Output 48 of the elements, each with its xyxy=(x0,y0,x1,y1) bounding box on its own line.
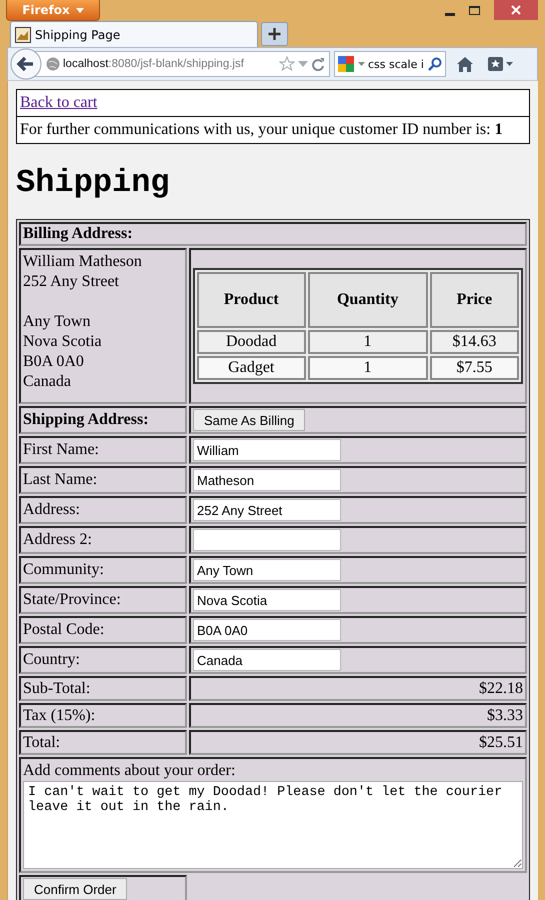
address-field[interactable]: localhost:8080/jsf-blank/shipping.jsf xyxy=(34,51,330,77)
comments-field[interactable]: I can't wait to get my Doodad! Please don't let the courier leave it out in the rain. xyxy=(23,781,523,869)
field-label: Postal Code: xyxy=(23,621,104,638)
shipping-heading: Shipping Address: xyxy=(23,411,149,428)
total-value: $22.18 xyxy=(479,680,523,696)
column-header: Quantity xyxy=(308,272,428,328)
back-to-cart-link[interactable]: Back to cart xyxy=(20,94,98,111)
field-label: Address: xyxy=(23,501,80,518)
comments-label: Add comments about your order: xyxy=(23,761,236,781)
total-label: Tax (15%): xyxy=(23,706,96,724)
input-field[interactable]: Matheson xyxy=(193,469,341,491)
address-line: Canada xyxy=(23,372,72,392)
same-as-billing-button[interactable]: Same As Billing xyxy=(193,409,306,431)
input-field[interactable]: William xyxy=(193,439,341,461)
address-line: 252 Any Street xyxy=(23,272,120,292)
field-label: Country: xyxy=(23,651,80,668)
address-line: Any Town xyxy=(23,312,92,332)
browser-tab[interactable]: Shipping Page xyxy=(10,21,258,47)
billing-heading: Billing Address: xyxy=(23,225,133,242)
table-cell: $14.63 xyxy=(430,330,519,354)
total-label: Sub-Total: xyxy=(23,680,90,696)
field-label: State/Province: xyxy=(23,591,121,608)
customer-id-note: For further communications with us, your unique customer ID number is: 1 xyxy=(20,121,503,138)
column-header: Price xyxy=(430,272,519,328)
table-cell: Gadget xyxy=(197,356,306,380)
address-line: William Matheson xyxy=(23,252,143,272)
total-value: $3.33 xyxy=(487,706,523,724)
table-cell: 1 xyxy=(308,356,428,380)
input-field[interactable]: Canada xyxy=(193,649,341,671)
total-value: $25.51 xyxy=(479,734,523,750)
field-label: First Name: xyxy=(23,441,99,458)
field-label: Community: xyxy=(23,561,104,578)
input-field[interactable]: Any Town xyxy=(193,559,341,581)
column-header: Product xyxy=(197,272,306,328)
field-label: Address 2: xyxy=(23,531,92,548)
address-line: Nova Scotia xyxy=(23,332,103,352)
input-field[interactable]: 252 Any Street xyxy=(193,499,341,521)
confirm-order-button[interactable]: Confirm Order xyxy=(23,878,128,900)
page-heading: Shipping xyxy=(16,164,171,201)
address-line: B0A 0A0 xyxy=(23,352,85,372)
input-field[interactable]: B0A 0A0 xyxy=(193,619,341,641)
total-label: Total: xyxy=(23,734,60,750)
input-field[interactable]: Nova Scotia xyxy=(193,589,341,611)
field-label: Last Name: xyxy=(23,471,98,488)
search-field[interactable]: css scale i xyxy=(334,51,446,77)
table-cell: $7.55 xyxy=(430,356,519,380)
table-cell: Doodad xyxy=(197,330,306,354)
table-cell: 1 xyxy=(308,330,428,354)
